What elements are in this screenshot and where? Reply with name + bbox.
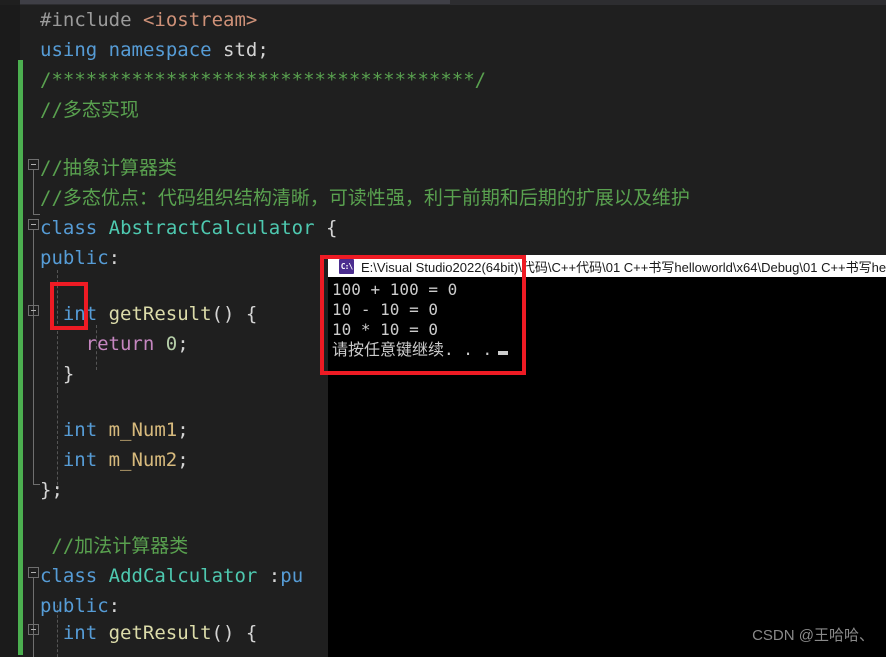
fold-marker-abstract-comment[interactable] (28, 159, 39, 170)
code-token: <iostream> (142, 9, 258, 31)
console-window[interactable]: C:\ E:\Visual Studio2022(64bit)\代码\C++代码… (328, 255, 886, 657)
indent-guide-1 (57, 270, 59, 390)
console-output-line: 10 * 10 = 0 (332, 320, 438, 339)
code-token: ; (177, 333, 189, 355)
code-token: #include (40, 9, 143, 31)
console-cursor (498, 351, 509, 355)
code-token: return (85, 333, 166, 355)
code-line-text: //多态实现 (40, 95, 139, 125)
code-token: class (40, 217, 109, 239)
fold-marker-getresult-2[interactable] (28, 624, 39, 635)
code-token: int (62, 419, 109, 441)
console-output-line: 10 - 10 = 0 (332, 300, 438, 319)
code-token: //抽象计算器类 (40, 157, 177, 179)
code-line-text: using namespace std; (40, 35, 269, 65)
code-token: int (62, 303, 109, 325)
editor-gutter (0, 5, 20, 657)
code-line-text: class AddCalculator :pu (40, 561, 303, 591)
code-token: getResult (108, 622, 212, 644)
code-line-text: public: (40, 243, 120, 273)
code-token: //多态优点：代码组织结构清晰，可读性强，利于前期和后期的扩展以及维护 (40, 187, 690, 209)
code-token: getResult (108, 303, 212, 325)
code-line-text: } (63, 359, 74, 389)
code-line-text: //多态优点：代码组织结构清晰，可读性强，利于前期和后期的扩展以及维护 (40, 183, 690, 213)
code-line-text: int m_Num1; (63, 415, 189, 445)
code-token: //多态实现 (40, 99, 139, 121)
console-title-bar[interactable]: C:\ E:\Visual Studio2022(64bit)\代码\C++代码… (328, 255, 886, 277)
code-token: AddCalculator (108, 565, 269, 587)
code-token: class (40, 565, 109, 587)
code-line-text: //加法计算器类 (51, 531, 188, 561)
code-line-text: /*************************************/ (40, 65, 486, 95)
code-token: public (40, 247, 109, 269)
horizontal-scrollbar-thumb[interactable] (20, 0, 450, 4)
code-line-text: #include <iostream> (40, 5, 257, 35)
code-token: AbstractCalculator (108, 217, 326, 239)
code-token: public (40, 595, 109, 617)
code-token: { (325, 217, 338, 239)
code-token: 0 (165, 333, 178, 355)
horizontal-scrollbar-track[interactable] (452, 0, 886, 4)
console-title-text: E:\Visual Studio2022(64bit)\代码\C++代码\01 … (361, 259, 886, 275)
code-token: : (108, 247, 121, 269)
fold-guide-line-1 (33, 170, 40, 215)
code-token: std (223, 39, 258, 61)
fold-guide-line-3 (33, 578, 34, 657)
code-line-text: public: (40, 591, 120, 621)
code-token: pu (280, 565, 304, 587)
screenshot-root: #include <iostream> using namespace std; /… (0, 0, 886, 657)
code-line-text: //抽象计算器类 (40, 153, 177, 183)
fold-guide-line-2 (33, 230, 40, 485)
console-output-line: 请按任意键继续. . . (332, 340, 886, 360)
code-token: }; (40, 479, 63, 501)
fold-marker-abstract-class[interactable] (28, 219, 39, 230)
code-token: : (108, 595, 121, 617)
code-token: namespace (108, 39, 224, 61)
console-output: 100 + 100 = 0 10 - 10 = 0 10 * 10 = 0 请按任意键… (328, 277, 886, 657)
code-token: ; (177, 449, 189, 471)
console-output-line: 100 + 100 = 0 (332, 280, 458, 299)
code-token: ; (257, 39, 269, 61)
code-token: using (40, 39, 109, 61)
code-line-text: int getResult() { (63, 299, 257, 329)
code-token: m_Num1 (108, 419, 178, 441)
code-token: int (62, 622, 109, 644)
code-token: /*************************************/ (40, 69, 487, 91)
code-token: //加法计算器类 (51, 535, 189, 557)
code-token: int (62, 449, 109, 471)
code-token: () { (211, 622, 258, 644)
code-token: ; (177, 419, 189, 441)
code-line-text: return 0; (86, 329, 189, 359)
code-line-text: int getResult() { (63, 618, 257, 648)
code-line-text: int m_Num2; (63, 445, 189, 475)
code-token: m_Num2 (108, 449, 178, 471)
code-token: () { (211, 303, 258, 325)
fold-marker-getresult-1[interactable] (28, 305, 39, 316)
csdn-watermark: CSDN @王哈哈、 (752, 627, 874, 644)
code-token: } (62, 363, 75, 385)
code-line-text: class AbstractCalculator { (40, 213, 337, 243)
code-line-text: }; (40, 475, 63, 505)
fold-marker-add-class[interactable] (28, 567, 39, 578)
change-indicator-bar (18, 60, 23, 655)
code-token: : (268, 565, 281, 587)
console-icon: C:\ (339, 258, 354, 274)
